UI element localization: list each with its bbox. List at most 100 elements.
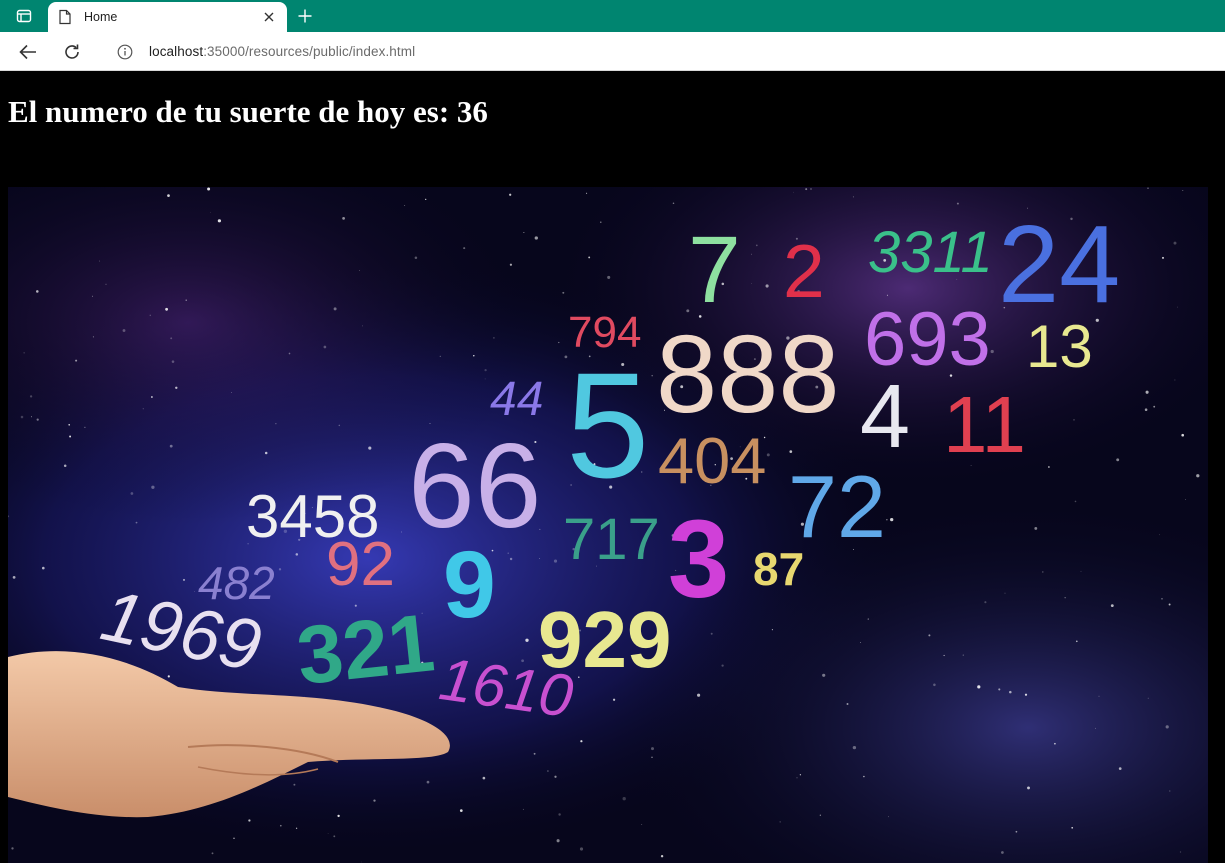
star — [751, 253, 752, 255]
back-button[interactable] — [14, 38, 42, 66]
tab-actions-button[interactable] — [8, 4, 40, 28]
star — [886, 294, 888, 296]
star — [165, 307, 169, 311]
star — [641, 824, 643, 825]
star — [1054, 742, 1056, 745]
star — [977, 685, 981, 689]
star — [1034, 526, 1038, 530]
star — [562, 291, 565, 294]
tab-strip-icon — [16, 9, 32, 23]
star — [493, 337, 495, 339]
star — [362, 325, 364, 327]
star — [956, 202, 959, 205]
star — [796, 777, 798, 779]
star — [84, 426, 86, 429]
number-717: 717 — [563, 507, 660, 572]
star — [439, 355, 441, 358]
star — [1048, 466, 1050, 468]
star — [1118, 767, 1122, 770]
star — [765, 284, 769, 288]
star — [135, 521, 138, 524]
star — [404, 205, 406, 206]
star — [1001, 851, 1004, 854]
star — [1009, 690, 1012, 694]
close-icon[interactable] — [261, 9, 277, 25]
star — [888, 816, 889, 818]
star — [539, 558, 541, 559]
star — [755, 244, 758, 247]
page-icon — [58, 9, 74, 25]
star — [217, 219, 222, 223]
star — [1153, 405, 1156, 408]
star — [1147, 187, 1149, 189]
star — [42, 566, 45, 570]
lucky-numbers-image: 7 2 3311 24 794 888 693 13 44 5 4 11 404… — [8, 187, 1208, 863]
star — [771, 629, 773, 631]
star — [327, 833, 329, 834]
star — [852, 196, 854, 198]
url-text: localhost:35000/resources/public/index.h… — [149, 44, 415, 59]
star — [1074, 500, 1077, 503]
star — [1004, 592, 1006, 594]
tab-home[interactable]: Home — [48, 2, 287, 32]
star — [852, 745, 857, 750]
number-888: 888 — [656, 313, 840, 436]
star — [554, 775, 557, 778]
number-3311: 3311 — [868, 220, 993, 285]
number-404: 404 — [658, 424, 766, 497]
star — [660, 855, 664, 858]
star — [459, 809, 463, 812]
star — [36, 290, 39, 293]
star — [998, 688, 1001, 691]
star — [11, 847, 14, 850]
star — [1161, 598, 1163, 600]
plus-icon — [298, 9, 312, 23]
star — [710, 632, 713, 635]
star — [1116, 458, 1120, 462]
star — [1073, 419, 1075, 421]
star — [20, 415, 24, 419]
reload-icon — [65, 44, 79, 59]
address-bar[interactable]: localhost:35000/resources/public/index.h… — [101, 36, 1225, 67]
star — [23, 352, 25, 354]
star — [484, 368, 487, 372]
number-7: 7 — [688, 217, 741, 323]
star — [799, 774, 802, 776]
number-2: 2 — [783, 229, 825, 313]
star — [1095, 727, 1096, 729]
star — [264, 451, 268, 455]
star — [651, 756, 653, 758]
star — [92, 295, 94, 297]
number-3: 3 — [668, 498, 729, 621]
star — [323, 345, 327, 349]
star — [167, 675, 170, 678]
star — [962, 654, 964, 656]
star — [338, 424, 341, 427]
star — [151, 485, 155, 489]
star — [149, 314, 152, 317]
star — [293, 783, 296, 786]
star — [721, 664, 724, 667]
star — [1042, 571, 1044, 573]
star — [867, 618, 869, 620]
star — [534, 236, 538, 240]
star — [651, 374, 653, 377]
info-icon[interactable] — [117, 43, 135, 61]
star — [1015, 830, 1018, 833]
star — [1181, 433, 1185, 437]
browser-tab-bar: Home — [0, 0, 1225, 32]
new-tab-button[interactable] — [292, 4, 318, 28]
star — [12, 576, 16, 579]
star — [523, 231, 525, 233]
star — [29, 395, 33, 398]
star — [142, 408, 144, 410]
star — [182, 578, 186, 581]
star — [31, 416, 32, 418]
star — [185, 299, 187, 301]
star — [1174, 379, 1176, 381]
star — [1184, 498, 1186, 500]
star — [1173, 241, 1177, 245]
star — [558, 341, 560, 344]
reload-button[interactable] — [58, 38, 86, 66]
star — [863, 775, 865, 778]
